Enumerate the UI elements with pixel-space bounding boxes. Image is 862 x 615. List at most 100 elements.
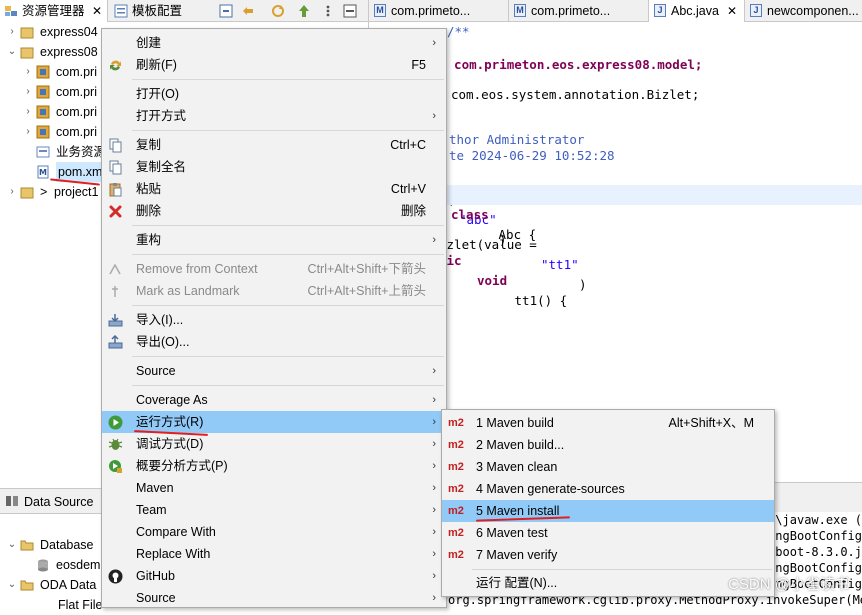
menu-item-open[interactable]: 打开(O) xyxy=(102,83,446,105)
submenu-arrow-icon: › xyxy=(432,460,436,472)
menu-item-export[interactable]: 导出(O)... xyxy=(102,331,446,353)
submenu-item-maven-test[interactable]: m2 6 Maven test xyxy=(442,522,774,544)
editor-tab[interactable]: J newcomponen... xyxy=(745,0,862,22)
refresh-icon xyxy=(110,60,121,71)
expand-icon[interactable]: › xyxy=(22,62,34,82)
editor-tab-active[interactable]: J Abc.java ✕ xyxy=(649,0,745,22)
tab-resource-explorer[interactable]: 资源管理器 ✕ xyxy=(0,0,108,22)
close-icon[interactable]: ✕ xyxy=(727,0,737,22)
database-icon xyxy=(38,559,48,572)
menu-label: Source xyxy=(136,591,176,605)
menu-item-import[interactable]: 导入(I)... xyxy=(102,309,446,331)
tab-template-config[interactable]: 模板配置 xyxy=(110,0,210,22)
import-icon xyxy=(108,314,123,327)
run-as-submenu: m2 1 Maven build Alt+Shift+X、M m2 2 Mave… xyxy=(441,409,775,597)
expand-icon[interactable]: › xyxy=(6,22,18,42)
menu-item-copy[interactable]: 复制 Ctrl+C xyxy=(102,134,446,156)
maven-m2-icon: m2 xyxy=(448,483,464,495)
maven-m2-icon: m2 xyxy=(448,505,464,517)
delete-icon xyxy=(109,205,122,218)
sync-icon[interactable] xyxy=(270,3,286,19)
tree-label: ODA Data xyxy=(40,578,97,592)
code-text: com.eos.system.annotation.Bizlet; xyxy=(451,87,700,102)
menu-item-create[interactable]: 创建 › xyxy=(102,32,446,54)
submenu-arrow-icon: › xyxy=(432,482,436,494)
menu-label: Mark as Landmark xyxy=(136,284,240,298)
menu-label: 打开方式 xyxy=(136,109,187,123)
menu-item-maven[interactable]: Maven › xyxy=(102,477,446,499)
expand-icon[interactable]: › xyxy=(22,122,34,142)
menu-item-paste[interactable]: 粘贴 Ctrl+V xyxy=(102,178,446,200)
maven-m2-icon: m2 xyxy=(448,417,464,429)
menu-label: 刷新(F) xyxy=(136,58,177,72)
menu-accelerator: F5 xyxy=(411,58,426,72)
submenu-label: 3 Maven clean xyxy=(476,460,558,474)
expand-icon[interactable]: › xyxy=(6,182,18,202)
editor-tab-label: com.primeto... xyxy=(531,4,611,18)
menu-item-replace-with[interactable]: Replace With › xyxy=(102,543,446,565)
menu-item-refresh[interactable]: 刷新(F) F5 xyxy=(102,54,446,76)
menu-item-source-2[interactable]: Source › xyxy=(102,587,446,609)
menu-separator xyxy=(132,225,444,226)
tab-data-source[interactable]: Data Source xyxy=(24,489,93,515)
menu-separator xyxy=(132,130,444,131)
menu-label: Remove from Context xyxy=(136,262,258,276)
chevron-down-icon[interactable]: ⌄ xyxy=(6,535,18,555)
resource-explorer-icon xyxy=(5,6,17,16)
menu-label: 删除 xyxy=(136,204,162,218)
menu-label: 复制 xyxy=(136,138,162,152)
collapse-all-icon[interactable] xyxy=(218,3,234,19)
menu-item-open-with[interactable]: 打开方式 › xyxy=(102,105,446,127)
view-menu-icon[interactable] xyxy=(320,3,336,19)
submenu-item-maven-verify[interactable]: m2 7 Maven verify xyxy=(442,544,774,566)
maven-m2-icon: m2 xyxy=(448,549,464,561)
menu-item-refactor[interactable]: 重构 › xyxy=(102,229,446,251)
menu-item-delete[interactable]: 删除 删除 xyxy=(102,200,446,222)
menu-item-profile-as[interactable]: 概要分析方式(P) › xyxy=(102,455,446,477)
chevron-down-icon[interactable]: ⌄ xyxy=(6,42,18,62)
submenu-item-maven-build-dialog[interactable]: m2 2 Maven build... xyxy=(442,434,774,456)
up-arrow-icon[interactable] xyxy=(296,3,312,19)
package-icon xyxy=(36,105,50,119)
editor-tab[interactable]: M com.primeto... xyxy=(509,0,649,22)
project-icon xyxy=(20,27,34,39)
expand-icon[interactable]: › xyxy=(22,102,34,122)
menu-item-github[interactable]: GitHub › xyxy=(102,565,446,587)
maven-file-icon: M xyxy=(514,4,526,17)
menu-item-team[interactable]: Team › xyxy=(102,499,446,521)
submenu-arrow-icon: › xyxy=(432,570,436,582)
submenu-item-maven-build[interactable]: m2 1 Maven build Alt+Shift+X、M xyxy=(442,412,774,434)
submenu-item-run-configurations[interactable]: 运行 配置(N)... xyxy=(442,572,774,594)
tree-label: eosdem xyxy=(56,558,101,572)
menu-item-coverage-as[interactable]: Coverage As › xyxy=(102,389,446,411)
close-icon[interactable]: ✕ xyxy=(92,0,102,22)
tree-label: Flat File xyxy=(58,598,103,612)
code-text: tt1() { xyxy=(507,293,568,308)
folder-icon xyxy=(20,540,34,551)
menu-label: Coverage As xyxy=(136,393,208,407)
maven-file-icon: M xyxy=(37,165,49,179)
menu-item-source[interactable]: Source › xyxy=(102,360,446,382)
menu-item-compare-with[interactable]: Compare With › xyxy=(102,521,446,543)
submenu-item-maven-clean[interactable]: m2 3 Maven clean xyxy=(442,456,774,478)
minimize-icon[interactable] xyxy=(342,3,358,19)
submenu-arrow-icon: › xyxy=(432,548,436,560)
code-comment: te 2024-06-29 10:52:28 xyxy=(449,148,615,163)
folder-icon xyxy=(20,580,34,591)
link-editor-icon[interactable] xyxy=(240,3,256,19)
menu-item-copy-full-name[interactable]: 复制全名 xyxy=(102,156,446,178)
svg-text:M: M xyxy=(39,168,47,177)
tree-label: express08 xyxy=(40,45,98,59)
menu-item-run-as[interactable]: 运行方式(R) › xyxy=(102,411,446,433)
expand-icon[interactable]: › xyxy=(22,82,34,102)
landmark-icon xyxy=(112,286,118,297)
tree-label: com.pri xyxy=(56,85,97,99)
menu-item-debug-as[interactable]: 调试方式(D) › xyxy=(102,433,446,455)
submenu-label: 4 Maven generate-sources xyxy=(476,482,625,496)
chevron-down-icon[interactable]: ⌄ xyxy=(6,575,18,595)
context-remove-icon xyxy=(109,263,121,275)
editor-tab-strip: M com.primeto... M com.primeto... J Abc.… xyxy=(368,0,862,22)
submenu-item-maven-generate-sources[interactable]: m2 4 Maven generate-sources xyxy=(442,478,774,500)
editor-tab[interactable]: M com.primeto... xyxy=(369,0,509,22)
tree-prefix: > xyxy=(40,185,48,199)
